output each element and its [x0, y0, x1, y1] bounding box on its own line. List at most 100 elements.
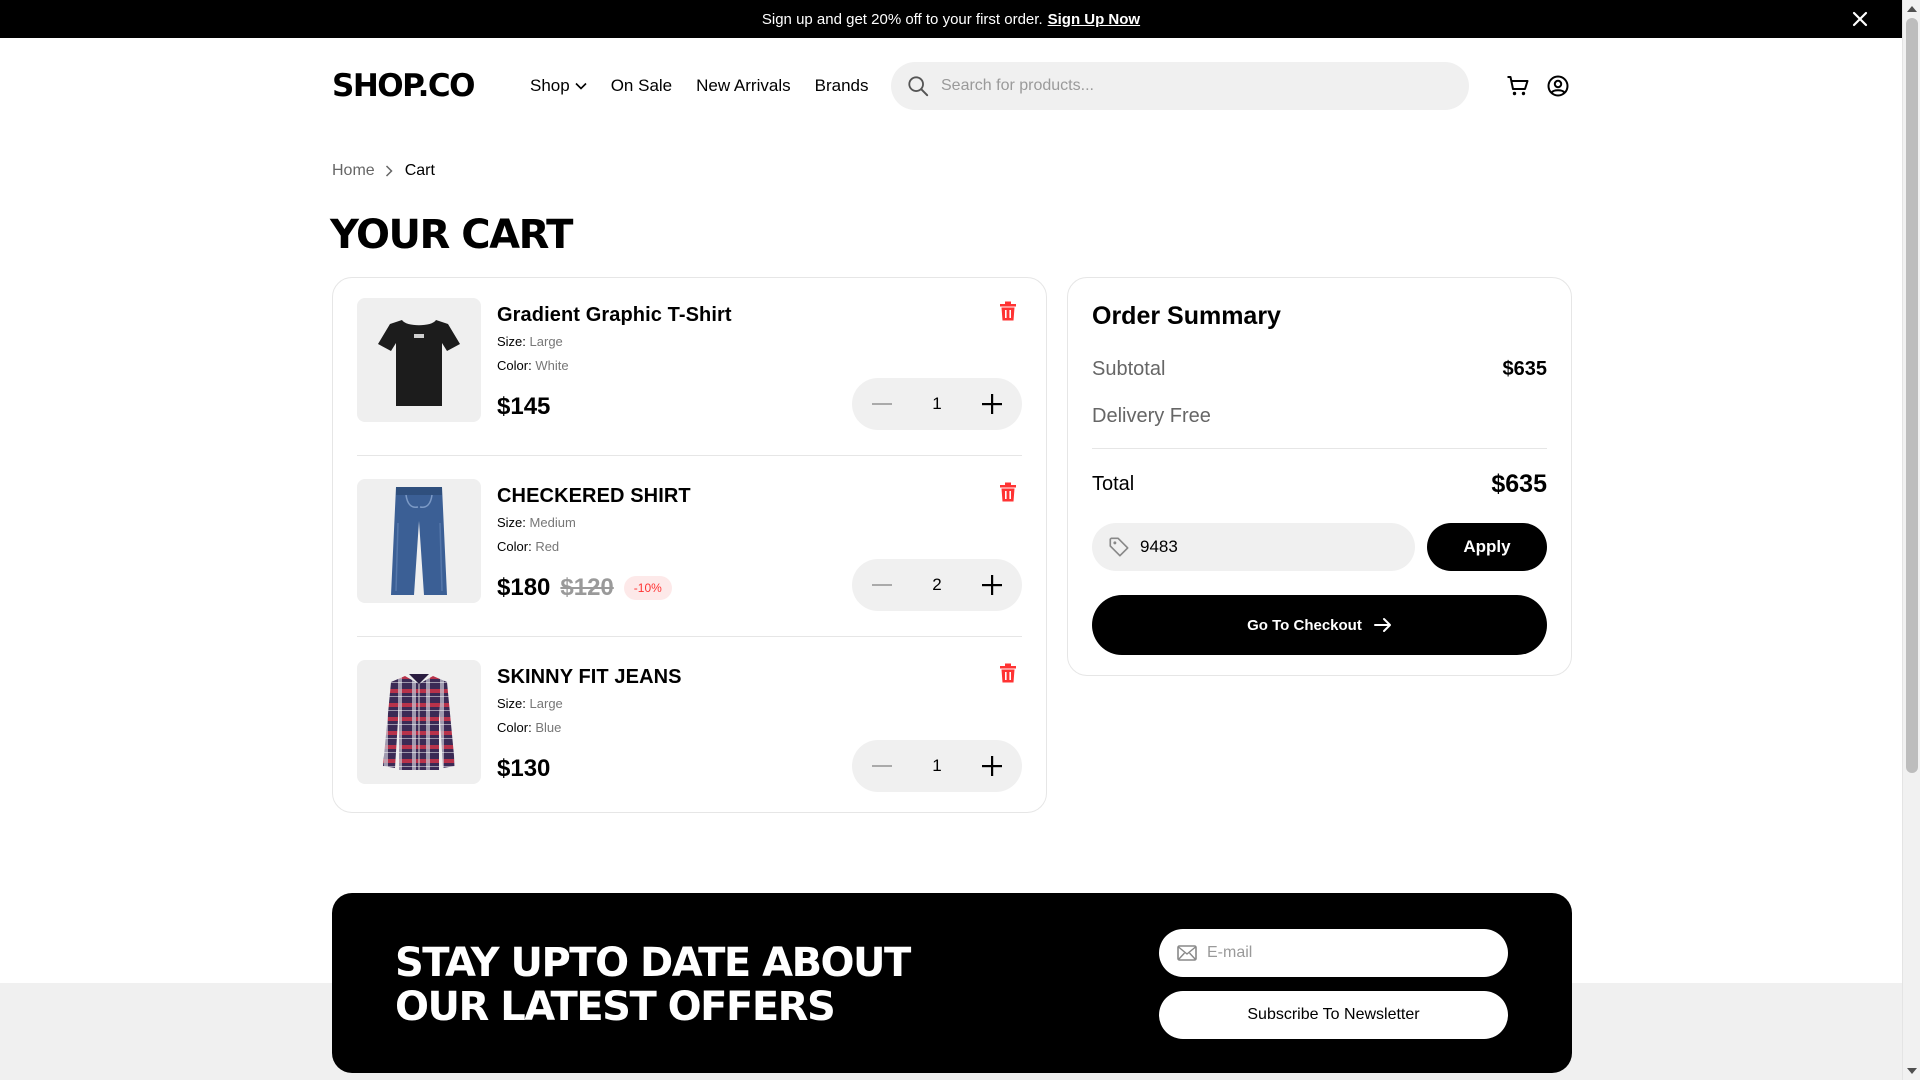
email-field[interactable] [1159, 929, 1508, 977]
product-color: Color: Red [497, 539, 559, 554]
close-icon[interactable] [1850, 9, 1870, 29]
cart-icon[interactable] [1506, 74, 1530, 98]
tag-icon [1109, 537, 1129, 557]
trash-icon[interactable] [999, 663, 1019, 683]
plus-icon[interactable] [980, 573, 1004, 597]
arrow-right-icon [1373, 618, 1391, 632]
nav-on-sale[interactable]: On Sale [611, 76, 672, 96]
cart-item: CHECKERED SHIRT Size: Medium Color: Red … [357, 479, 1022, 611]
color-value: Red [535, 539, 560, 554]
breadcrumb: Home Cart [332, 162, 435, 180]
size-value: Large [529, 696, 563, 711]
checkout-button[interactable]: Go To Checkout [1092, 595, 1547, 655]
product-price: $130 [497, 755, 551, 782]
item-divider [357, 636, 1022, 637]
chevron-down-icon [575, 82, 587, 90]
header-actions [1506, 74, 1570, 98]
nav-shop[interactable]: Shop [530, 76, 587, 96]
nav-new-arrivals[interactable]: New Arrivals [696, 76, 790, 96]
quantity-stepper: 1 [852, 378, 1022, 430]
cart-item: SKINNY FIT JEANS Size: Large Color: Blue… [357, 660, 1022, 792]
cart-item: Gradient Graphic T-Shirt Size: Large Col… [357, 298, 1022, 430]
promo-code-input[interactable] [1140, 537, 1390, 557]
price-row: $130 [497, 755, 550, 783]
color-label: Color: [497, 358, 532, 373]
quantity-value: 2 [932, 575, 942, 594]
checkout-label: Go To Checkout [1247, 616, 1362, 634]
banner-text: Sign up and get 20% off to your first or… [761, 10, 1043, 28]
promo-code-field[interactable] [1092, 523, 1415, 571]
sign-up-link[interactable]: Sign Up Now [1048, 11, 1141, 28]
product-name[interactable]: Gradient Graphic T-Shirt [497, 304, 732, 327]
product-size: Size: Large [497, 334, 563, 349]
email-input[interactable] [1207, 944, 1487, 962]
newsletter-section: STAY UPTO DATE ABOUT OUR LATEST OFFERS S… [332, 893, 1572, 1073]
nav-shop-label: Shop [530, 76, 570, 95]
main-nav: Shop On Sale New Arrivals Brands [530, 76, 868, 96]
plus-icon[interactable] [980, 392, 1004, 416]
size-value: Large [529, 334, 563, 349]
trash-icon[interactable] [999, 301, 1019, 321]
subtotal-value: $635 [1502, 358, 1548, 380]
original-price: $120 [560, 574, 614, 601]
breadcrumb-current: Cart [404, 162, 435, 179]
search-bar[interactable] [891, 62, 1469, 110]
nav-brands[interactable]: Brands [815, 76, 869, 96]
newsletter-headline: STAY UPTO DATE ABOUT OUR LATEST OFFERS [395, 941, 1015, 1029]
product-size: Size: Large [497, 696, 563, 711]
scroll-up-icon[interactable] [1907, 6, 1917, 12]
product-price: $145 [497, 393, 551, 420]
site-logo[interactable]: SHOP.CO [332, 68, 532, 104]
product-price: $180 [497, 574, 551, 601]
size-label: Size: [497, 515, 526, 530]
mail-icon [1177, 945, 1197, 961]
product-name[interactable]: SKINNY FIT JEANS [497, 666, 682, 689]
page-scrollbar[interactable] [1902, 0, 1920, 1080]
breadcrumb-home[interactable]: Home [332, 162, 375, 180]
product-name[interactable]: CHECKERED SHIRT [497, 485, 691, 508]
total-value: $635 [1491, 470, 1547, 498]
size-label: Size: [497, 696, 526, 711]
product-color: Color: Blue [497, 720, 561, 735]
subtotal-label: Subtotal [1092, 358, 1166, 380]
chevron-right-icon [385, 165, 393, 177]
quantity-value: 1 [932, 756, 942, 775]
product-color: Color: White [497, 358, 569, 373]
order-summary: Order Summary Subtotal $635 Delivery Fre… [1067, 277, 1572, 676]
price-row: $145 [497, 393, 550, 421]
product-image-shirt[interactable] [357, 660, 481, 784]
product-size: Size: Medium [497, 515, 576, 530]
scrollbar-thumb[interactable] [1906, 18, 1918, 773]
newsletter-line-2: OUR LATEST OFFERS [395, 984, 836, 1030]
subtotal-row: Subtotal $635 [1092, 358, 1547, 381]
color-value: Blue [535, 720, 562, 735]
price-row: $180 $120 -10% [497, 574, 672, 602]
page-title: YOUR CART [330, 212, 573, 258]
quantity-stepper: 1 [852, 740, 1022, 792]
summary-title: Order Summary [1092, 302, 1281, 330]
minus-icon[interactable] [870, 392, 894, 416]
trash-icon[interactable] [999, 482, 1019, 502]
delivery-row: Delivery Free [1092, 405, 1547, 428]
item-divider [357, 455, 1022, 456]
color-value: White [535, 358, 569, 373]
quantity-stepper: 2 [852, 559, 1022, 611]
minus-icon[interactable] [870, 754, 894, 778]
subscribe-button[interactable]: Subscribe To Newsletter [1159, 991, 1508, 1039]
search-input[interactable] [941, 77, 1421, 95]
scroll-down-icon[interactable] [1907, 1068, 1917, 1074]
apply-button[interactable]: Apply [1427, 523, 1547, 571]
cart-items-card: Gradient Graphic T-Shirt Size: Large Col… [332, 277, 1047, 813]
minus-icon[interactable] [870, 573, 894, 597]
account-icon[interactable] [1546, 74, 1570, 98]
total-label: Total [1092, 473, 1135, 495]
quantity-value: 1 [932, 394, 942, 413]
size-label: Size: [497, 334, 526, 349]
discount-badge: -10% [623, 576, 672, 600]
total-row: Total $635 [1092, 470, 1547, 499]
product-image-jeans[interactable] [357, 479, 481, 603]
size-value: Medium [529, 515, 576, 530]
plus-icon[interactable] [980, 754, 1004, 778]
search-icon [908, 76, 929, 97]
product-image-tshirt[interactable] [357, 298, 481, 422]
